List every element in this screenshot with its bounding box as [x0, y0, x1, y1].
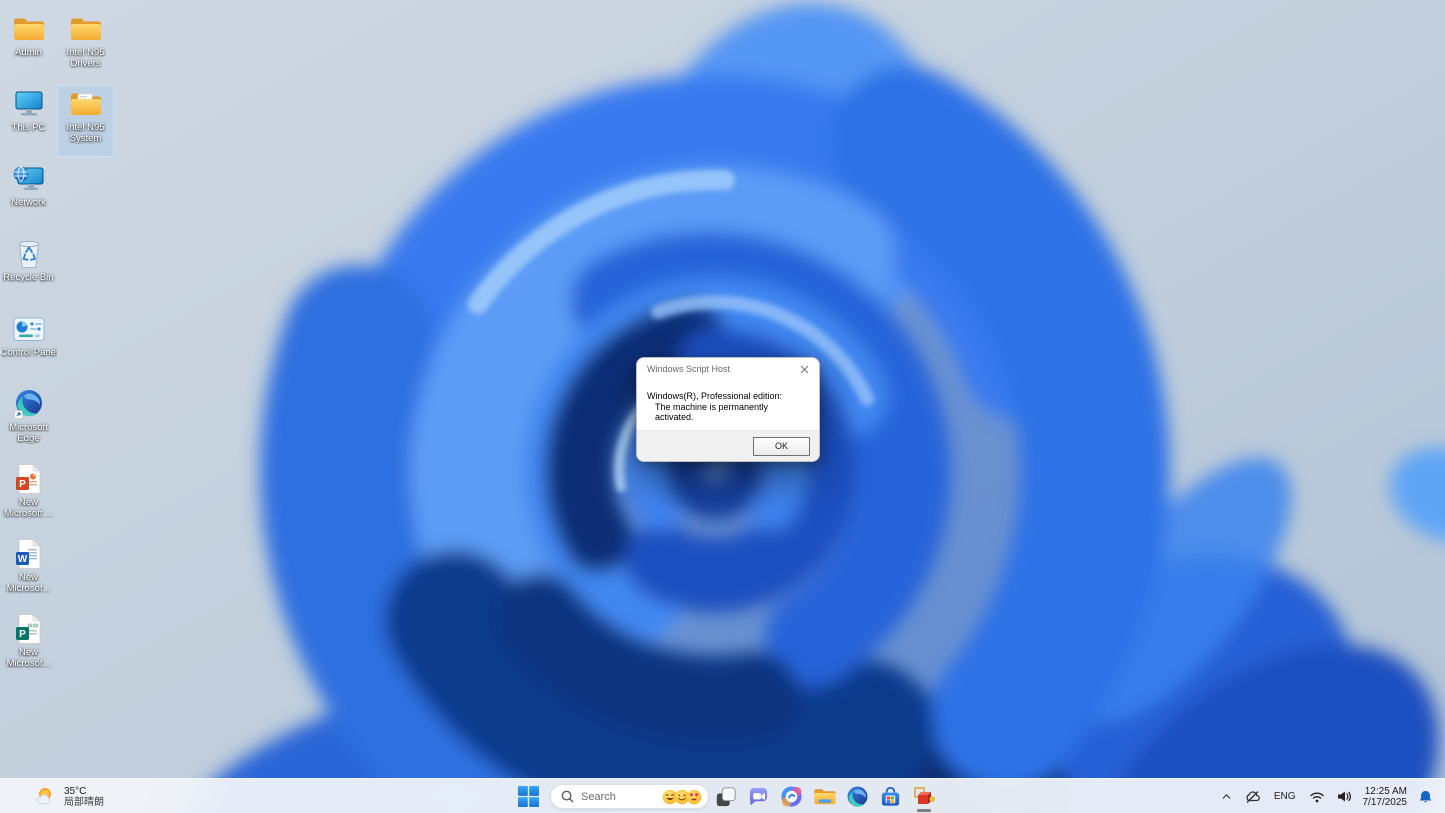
desktop-icon-intel-n95-drivers[interactable]: Intel N95 Drivers [57, 10, 114, 82]
search-placeholder: Search [581, 790, 616, 803]
windows-script-host-icon [913, 786, 935, 804]
dialog-body: Windows(R), Professional edition: The ma… [637, 380, 819, 430]
desktop: Admin Intel N95 Drivers This PC Intel N95… [0, 0, 1445, 813]
desktop-icon-label: Network [11, 197, 46, 208]
dialog-title: Windows Script Host [647, 364, 731, 374]
chat-icon [749, 787, 768, 805]
desktop-icon-this-pc[interactable]: This PC [0, 85, 57, 157]
clock[interactable]: 12:25 AM 7/17/2025 [1359, 782, 1412, 812]
onedrive-button[interactable] [1240, 782, 1265, 812]
desktop-icon-label: This PC [11, 122, 46, 133]
system-tray: ENG 12:25 AM 7/17/2025 [1216, 779, 1445, 813]
desktop-icon-label: Admin [15, 47, 42, 58]
dialog-titlebar[interactable]: Windows Script Host [637, 358, 819, 380]
weather-widget[interactable]: 35°C 局部晴朗 [34, 779, 104, 813]
folder-icon [69, 13, 103, 45]
publisher-file-icon: P [12, 613, 46, 645]
search-input[interactable]: Search [550, 784, 709, 809]
wsh-dialog: Windows Script Host Windows(R), Professi… [636, 357, 820, 462]
copilot-icon [781, 786, 802, 807]
heart-eyes-emoji-icon [686, 789, 702, 804]
file-explorer-icon [813, 789, 836, 805]
monitor-icon [12, 88, 46, 120]
chat-button[interactable] [742, 780, 775, 813]
close-icon[interactable] [789, 358, 819, 380]
desktop-icon-control-panel[interactable]: Control Panel [0, 310, 57, 382]
desktop-icon-new-word[interactable]: W New Microsof... [0, 535, 57, 607]
control-panel-icon [12, 313, 46, 345]
network-icon [12, 163, 46, 195]
dialog-message-line2: The machine is permanently activated. [655, 401, 769, 423]
desktop-icon-label: Intel N95 Drivers [66, 47, 105, 69]
tray-chevron-button[interactable] [1216, 782, 1237, 812]
task-view-icon [716, 786, 736, 806]
bell-icon [1419, 790, 1432, 802]
ok-button[interactable]: OK [753, 436, 810, 456]
desktop-icon-new-powerpoint[interactable]: P New Microsoft ... [0, 460, 57, 532]
dialog-footer: OK [637, 430, 819, 461]
volume-button[interactable] [1332, 782, 1356, 812]
weather-temperature: 35°C [64, 785, 87, 797]
search-emoji-row [662, 789, 702, 805]
language-indicator[interactable]: ENG [1268, 782, 1302, 812]
windows-script-host-button[interactable] [907, 780, 940, 813]
speaker-icon [1337, 791, 1351, 802]
sun-behind-cloud-icon [36, 788, 51, 804]
start-button[interactable] [513, 782, 543, 812]
desktop-icon-network[interactable]: Network [0, 160, 57, 232]
file-explorer-button[interactable] [808, 780, 841, 813]
desktop-icon-new-publisher[interactable]: P New Microsof... [0, 610, 57, 682]
svg-text:P: P [19, 629, 26, 640]
edge-icon [12, 388, 46, 420]
desktop-icon-microsoft-edge[interactable]: Microsoft Edge [0, 385, 57, 457]
dialog-message-line1: Windows(R), Professional edition: [647, 391, 783, 401]
weather-condition: 局部晴朗 [64, 796, 104, 808]
svg-text:W: W [18, 554, 28, 565]
tray-date: 7/17/2025 [1362, 796, 1408, 808]
store-icon [881, 787, 900, 806]
desktop-icon-label: New Microsof... [6, 647, 51, 669]
recycle-bin-icon [12, 238, 46, 270]
desktop-icon-label: Microsoft Edge [9, 422, 48, 444]
wifi-icon [1309, 792, 1324, 802]
task-view-button[interactable] [709, 780, 742, 813]
desktop-icon-admin[interactable]: Admin [0, 10, 57, 82]
desktop-icon-recycle-bin[interactable]: Recycle Bin [0, 235, 57, 307]
folder-with-document-icon [69, 88, 103, 120]
word-file-icon: W [12, 538, 46, 570]
chevron-up-icon [1222, 794, 1231, 799]
desktop-icon-label: New Microsof... [6, 572, 51, 594]
copilot-button[interactable] [775, 780, 808, 813]
taskbar: 35°C 局部晴朗 Search ENG 12:25 AM 7/17/2025 [0, 778, 1445, 813]
desktop-icon-label: Intel N95 System [66, 122, 105, 144]
taskbar-center: Search [513, 779, 940, 813]
desktop-icon-label: Recycle Bin [3, 272, 54, 283]
store-button[interactable] [874, 780, 907, 813]
edge-icon [847, 786, 868, 807]
powerpoint-file-icon: P [12, 463, 46, 495]
windows-logo-icon [517, 785, 539, 808]
notification-bell-button[interactable] [1414, 782, 1437, 812]
active-app-indicator [916, 809, 931, 812]
search-icon [561, 790, 574, 803]
folder-icon [12, 13, 46, 45]
tray-time: 12:25 AM [1364, 785, 1407, 797]
desktop-icon-intel-n95-system[interactable]: Intel N95 System [57, 85, 114, 157]
svg-text:P: P [19, 479, 26, 490]
onedrive-slash-icon [1246, 790, 1260, 803]
desktop-icon-label: New Microsoft ... [3, 497, 54, 519]
edge-button[interactable] [841, 780, 874, 813]
wifi-button[interactable] [1305, 782, 1329, 812]
desktop-icon-label: Control Panel [0, 347, 57, 358]
